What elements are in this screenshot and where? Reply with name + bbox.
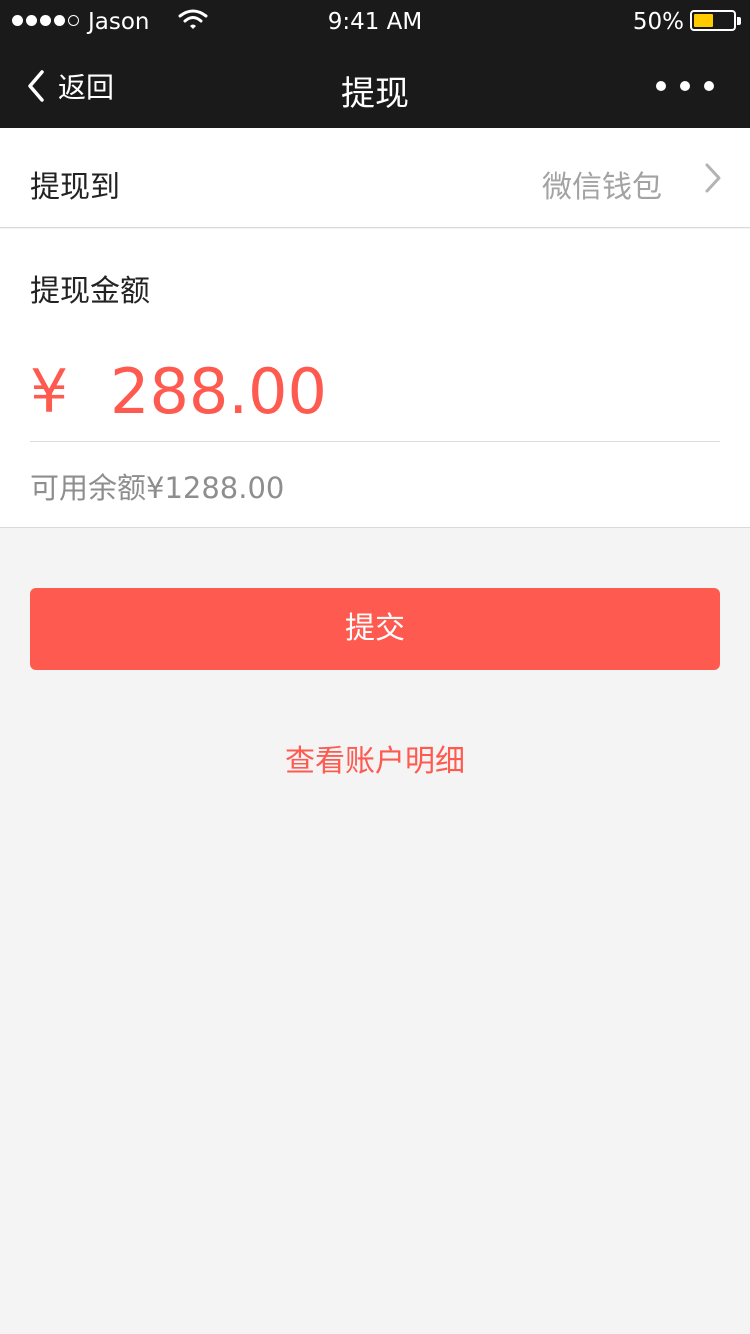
chevron-right-icon bbox=[704, 162, 722, 198]
more-dots-icon[interactable] bbox=[656, 81, 714, 91]
withdraw-target-row[interactable]: 提现到 微信钱包 bbox=[0, 128, 750, 228]
amount-label: 提现金额 bbox=[30, 274, 150, 309]
submit-button[interactable]: 提交 bbox=[30, 588, 720, 670]
account-details-link[interactable]: 查看账户明细 bbox=[0, 736, 750, 780]
amount-value: 288.00 bbox=[110, 355, 327, 428]
withdraw-target-label: 提现到 bbox=[30, 170, 120, 205]
back-button[interactable]: 返回 bbox=[26, 66, 114, 106]
chevron-left-icon bbox=[28, 70, 44, 102]
amount-section: 提现金额 ¥ 288.00 可用余额¥1288.00 bbox=[0, 229, 750, 528]
more-dot bbox=[656, 81, 666, 91]
nav-bar: 返回 提现 bbox=[0, 44, 750, 128]
more-dot bbox=[704, 81, 714, 91]
status-bar: Jason 9:41 AM 50% bbox=[0, 0, 750, 44]
currency-symbol: ¥ bbox=[30, 357, 69, 427]
more-dot bbox=[680, 81, 690, 91]
amount-input[interactable]: ¥ 288.00 bbox=[30, 341, 720, 442]
available-balance: 可用余额¥1288.00 bbox=[30, 471, 285, 505]
battery-tip bbox=[737, 17, 741, 25]
back-label: 返回 bbox=[58, 71, 115, 104]
battery-fill bbox=[694, 14, 713, 27]
battery-icon bbox=[690, 10, 741, 31]
battery-percent: 50% bbox=[632, 9, 684, 35]
withdraw-target-value: 微信钱包 bbox=[542, 170, 662, 205]
